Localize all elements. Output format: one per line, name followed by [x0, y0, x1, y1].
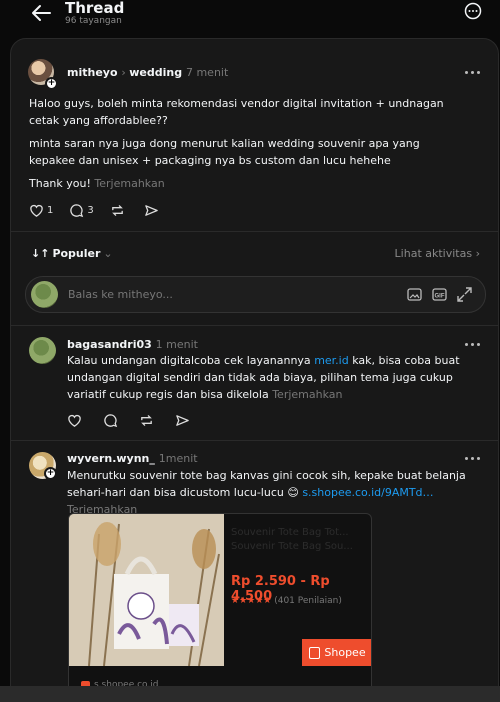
- star-icons: ★★★★★: [231, 596, 272, 606]
- post-more-icon[interactable]: [465, 69, 481, 75]
- bottom-bar: [0, 686, 500, 702]
- current-user-avatar: [31, 281, 58, 308]
- reply-tools: GIF: [406, 286, 473, 303]
- gif-icon[interactable]: GIF: [431, 286, 448, 303]
- shopee-link[interactable]: s.shopee.co.id/9AMTd…: [302, 486, 433, 499]
- product-rating: ★★★★★ (401 Penilaian): [231, 596, 342, 606]
- reply-author[interactable]: wyvern.wynn_: [67, 452, 155, 465]
- repost-button[interactable]: [139, 413, 157, 428]
- like-button[interactable]: [67, 413, 85, 428]
- expand-icon[interactable]: [456, 286, 473, 303]
- reply-author[interactable]: bagasandri03: [67, 338, 152, 351]
- post-header: mitheyo › wedding 7 menit: [67, 66, 228, 79]
- send-icon: [144, 204, 158, 216]
- reply-text: Menurutku souvenir tote bag kanvas gini …: [67, 467, 483, 518]
- thread-card: + mitheyo › wedding 7 menit Haloo guys, …: [10, 38, 499, 702]
- post-author[interactable]: mitheyo: [67, 66, 118, 79]
- repost-button[interactable]: [110, 203, 128, 218]
- reply-text: Kalau undangan digitalcoba cek layananny…: [67, 352, 477, 403]
- post-time: 7 menit: [185, 66, 229, 79]
- chevron-down-icon: ⌄: [103, 247, 113, 260]
- product-image: [69, 514, 224, 667]
- smile-emoji: 😊: [287, 486, 299, 499]
- heart-icon: [68, 414, 81, 427]
- reply-time: 1 menit: [155, 338, 198, 351]
- link-preview-card[interactable]: Souvenir Tote Bag Tot... Souvenir Tote B…: [68, 513, 372, 701]
- follow-plus-icon[interactable]: +: [45, 77, 58, 90]
- shopee-bag-icon: [309, 646, 321, 659]
- sort-dropdown[interactable]: ↓↑ Populer ⌄: [31, 247, 113, 260]
- comment-icon: [70, 203, 84, 217]
- reply-button[interactable]: [103, 413, 121, 428]
- view-activity-link[interactable]: Lihat aktivitas ›: [395, 247, 480, 260]
- heart-icon: [30, 204, 43, 217]
- share-button[interactable]: [175, 413, 193, 428]
- follow-plus-icon[interactable]: +: [44, 467, 57, 480]
- post-paragraph-2: minta saran nya juga dong menurut kalian…: [29, 137, 420, 167]
- translate-link[interactable]: Terjemahkan: [272, 388, 342, 401]
- repost-icon: [141, 414, 152, 426]
- reply-more-icon[interactable]: [465, 455, 481, 461]
- comment-icon: [104, 413, 118, 427]
- translate-link[interactable]: Terjemahkan: [94, 177, 164, 190]
- top-bar: Thread 96 tayangan: [0, 0, 500, 38]
- post-thanks: Thank you!: [29, 177, 91, 190]
- reply-count: 3: [87, 204, 94, 216]
- sort-icon: ↓↑: [31, 247, 50, 260]
- reply-header: bagasandri03 1 menit: [67, 338, 198, 351]
- image-icon[interactable]: [406, 286, 423, 303]
- post-topic[interactable]: wedding: [129, 66, 182, 79]
- send-icon: [176, 414, 189, 426]
- reply-actions: [67, 411, 209, 429]
- activity-label: Lihat aktivitas: [394, 247, 473, 260]
- reply-time: 1menit: [158, 452, 198, 465]
- shopee-badge-label: Shopee: [324, 646, 366, 659]
- view-count: 96 tayangan: [65, 16, 122, 26]
- divider: [11, 325, 498, 326]
- post-paragraph-1: Haloo guys, boleh minta rekomendasi vend…: [29, 97, 444, 127]
- reply-button[interactable]: 3: [69, 203, 94, 218]
- reply-text-part: Kalau undangan digitalcoba cek layananny…: [67, 354, 315, 367]
- author-avatar[interactable]: +: [28, 59, 58, 90]
- reply-placeholder: Balas ke mitheyo...: [68, 288, 173, 301]
- divider: [11, 231, 498, 232]
- post-paragraph-3: Thank you! Terjemahkan: [29, 175, 165, 192]
- divider: [11, 440, 498, 441]
- like-button[interactable]: 1: [29, 203, 53, 218]
- reply-more-icon[interactable]: [465, 341, 481, 347]
- reply-header: wyvern.wynn_ 1menit: [67, 452, 198, 465]
- svg-text:GIF: GIF: [435, 294, 445, 300]
- reply-avatar[interactable]: +: [29, 452, 59, 482]
- share-button[interactable]: [144, 203, 162, 218]
- rating-count: (401 Penilaian): [274, 596, 342, 606]
- chevron-right-icon: ›: [475, 247, 480, 260]
- reply-input[interactable]: Balas ke mitheyo... GIF: [25, 276, 486, 313]
- shopee-badge: Shopee: [302, 639, 371, 666]
- reply-avatar[interactable]: [29, 337, 56, 364]
- like-count: 1: [47, 204, 54, 216]
- reply-link[interactable]: mer.id: [314, 354, 349, 367]
- post-actions: 1 3: [29, 201, 178, 219]
- repost-icon: [111, 204, 123, 216]
- back-arrow-icon[interactable]: [30, 3, 54, 23]
- sort-label: Populer: [52, 247, 101, 260]
- more-options-icon[interactable]: [464, 2, 482, 20]
- product-title: Souvenir Tote Bag Tot... Souvenir Tote B…: [231, 527, 353, 552]
- page-title: Thread: [65, 0, 125, 17]
